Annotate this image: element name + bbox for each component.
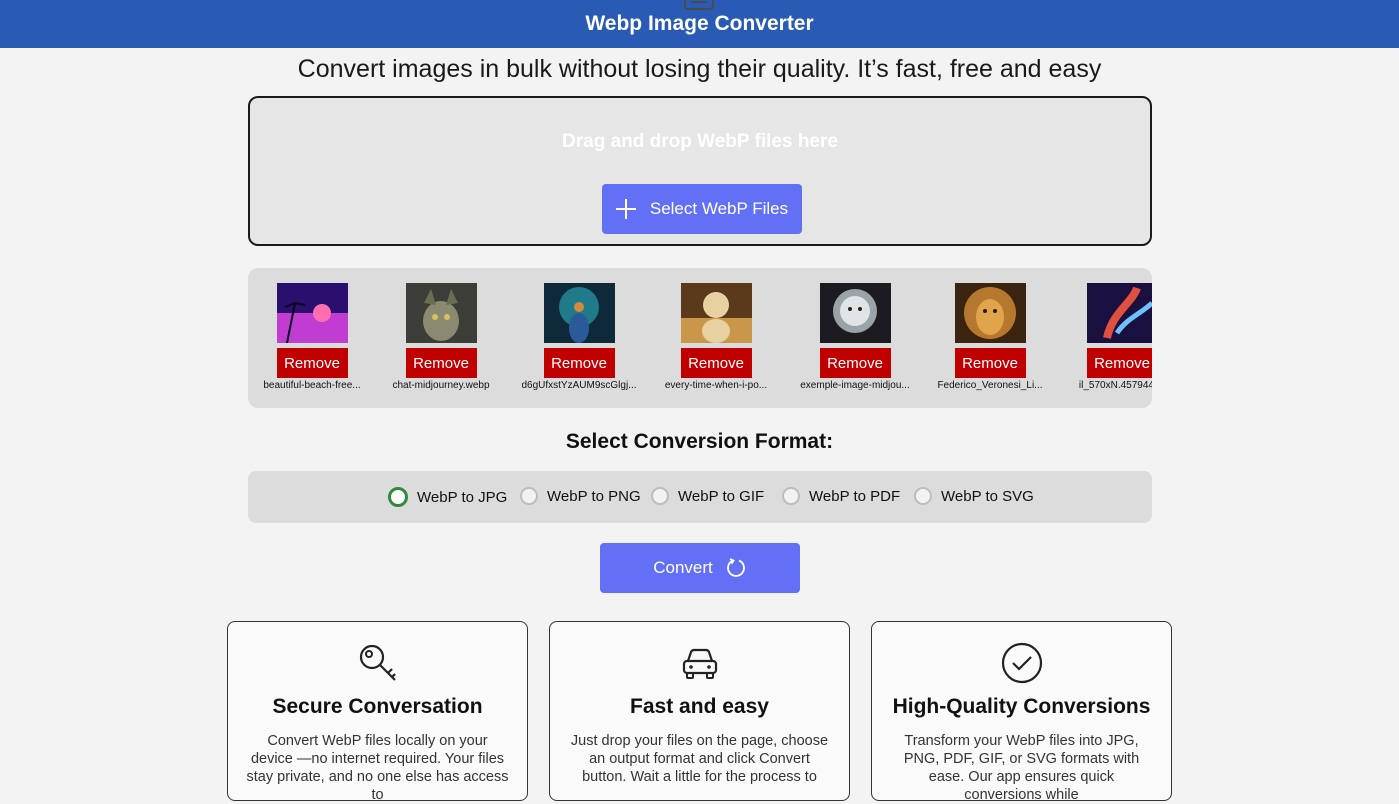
file-thumbnail — [954, 283, 1026, 343]
file-name: chat-midjourney.webp — [392, 380, 490, 391]
radio-button[interactable] — [914, 487, 932, 505]
file-list: Remove beautiful-beach-free... Remove ch… — [248, 268, 1152, 408]
radio-webp-to-gif[interactable]: WebP to GIF — [651, 487, 764, 505]
file-item: Remove beautiful-beach-free... — [252, 283, 372, 391]
conversion-format-group: WebP to JPG WebP to PNG WebP to GIF WebP… — [248, 471, 1152, 523]
file-name: beautiful-beach-free... — [263, 380, 361, 391]
checkmark-circle-icon — [1001, 642, 1043, 684]
feature-card-secure: Secure Conversation Convert WebP files l… — [227, 621, 528, 803]
drop-zone[interactable]: Drag and drop WebP files here Select Web… — [248, 96, 1152, 246]
feature-title: High-Quality Conversions — [892, 695, 1151, 718]
select-files-label: Select WebP Files — [649, 199, 789, 218]
file-item: Remove il_570xN.45794461 — [1062, 283, 1152, 391]
tagline: Convert images in bulk without losing th… — [297, 55, 1102, 83]
file-item: Remove d6gUfxstYzAUM9scGlgj... — [519, 283, 639, 391]
radio-label: WebP to SVG — [941, 487, 1034, 505]
drop-zone-text: Drag and drop WebP files here — [562, 131, 838, 152]
remove-button[interactable]: Remove — [543, 348, 615, 378]
file-item: Remove exemple-image-midjou... — [795, 283, 915, 391]
remove-button[interactable]: Remove — [276, 348, 348, 378]
file-thumbnail — [680, 283, 752, 343]
remove-button[interactable]: Remove — [1086, 348, 1152, 378]
radio-button[interactable] — [651, 487, 669, 505]
plus-icon — [615, 199, 636, 219]
file-name: d6gUfxstYzAUM9scGlgj... — [521, 380, 637, 391]
feature-text: Convert WebP files locally on your devic… — [246, 733, 509, 803]
remove-button[interactable]: Remove — [819, 348, 891, 378]
feature-text: Just drop your files on the page, choose… — [570, 733, 829, 785]
feature-text: Transform your WebP files into JPG, PNG,… — [903, 733, 1140, 803]
radio-button[interactable] — [782, 487, 800, 505]
file-thumbnail — [1086, 283, 1152, 343]
convert-button[interactable]: Convert — [600, 543, 800, 593]
radio-webp-to-png[interactable]: WebP to PNG — [520, 487, 641, 505]
remove-button[interactable]: Remove — [405, 348, 477, 378]
window-handle-icon[interactable] — [684, 0, 714, 10]
file-thumbnail — [276, 283, 348, 343]
key-icon — [359, 644, 396, 681]
radio-label: WebP to PDF — [809, 487, 901, 505]
remove-button[interactable]: Remove — [680, 348, 752, 378]
car-icon — [682, 648, 718, 679]
file-item: Remove chat-midjourney.webp — [381, 283, 501, 391]
radio-label: WebP to JPG — [417, 488, 508, 506]
radio-button[interactable] — [388, 487, 408, 507]
radio-webp-to-svg[interactable]: WebP to SVG — [914, 487, 1034, 505]
app-title: Webp Image Converter — [585, 12, 814, 35]
radio-webp-to-jpg[interactable]: WebP to JPG — [388, 487, 507, 507]
feature-card-fast: Fast and easy Just drop your files on th… — [549, 621, 850, 801]
conversion-format-title: Select Conversion Format: — [565, 430, 834, 453]
feature-title: Secure Conversation — [272, 695, 483, 718]
remove-button[interactable]: Remove — [954, 348, 1026, 378]
radio-webp-to-pdf[interactable]: WebP to PDF — [782, 487, 900, 505]
file-thumbnail — [405, 283, 477, 343]
file-thumbnail — [819, 283, 891, 343]
radio-label: WebP to PNG — [547, 487, 641, 505]
file-item: Remove Federico_Veronesi_Li... — [930, 283, 1050, 391]
convert-label: Convert — [653, 558, 713, 577]
radio-button[interactable] — [520, 487, 538, 505]
file-name: every-time-when-i-po... — [664, 380, 768, 391]
feature-title: Fast and easy — [630, 695, 769, 718]
file-thumbnail — [543, 283, 615, 343]
feature-card-quality: High-Quality Conversions Transform your … — [871, 621, 1172, 803]
select-files-button[interactable]: Select WebP Files — [602, 184, 802, 234]
refresh-icon — [726, 558, 745, 577]
radio-label: WebP to GIF — [678, 487, 765, 505]
file-item: Remove every-time-when-i-po... — [656, 283, 776, 391]
file-name: Federico_Veronesi_Li... — [937, 380, 1043, 391]
file-name: exemple-image-midjou... — [800, 380, 910, 391]
file-name: il_570xN.45794461 — [1078, 380, 1152, 391]
title-bar: Webp Image Converter — [0, 0, 1399, 48]
